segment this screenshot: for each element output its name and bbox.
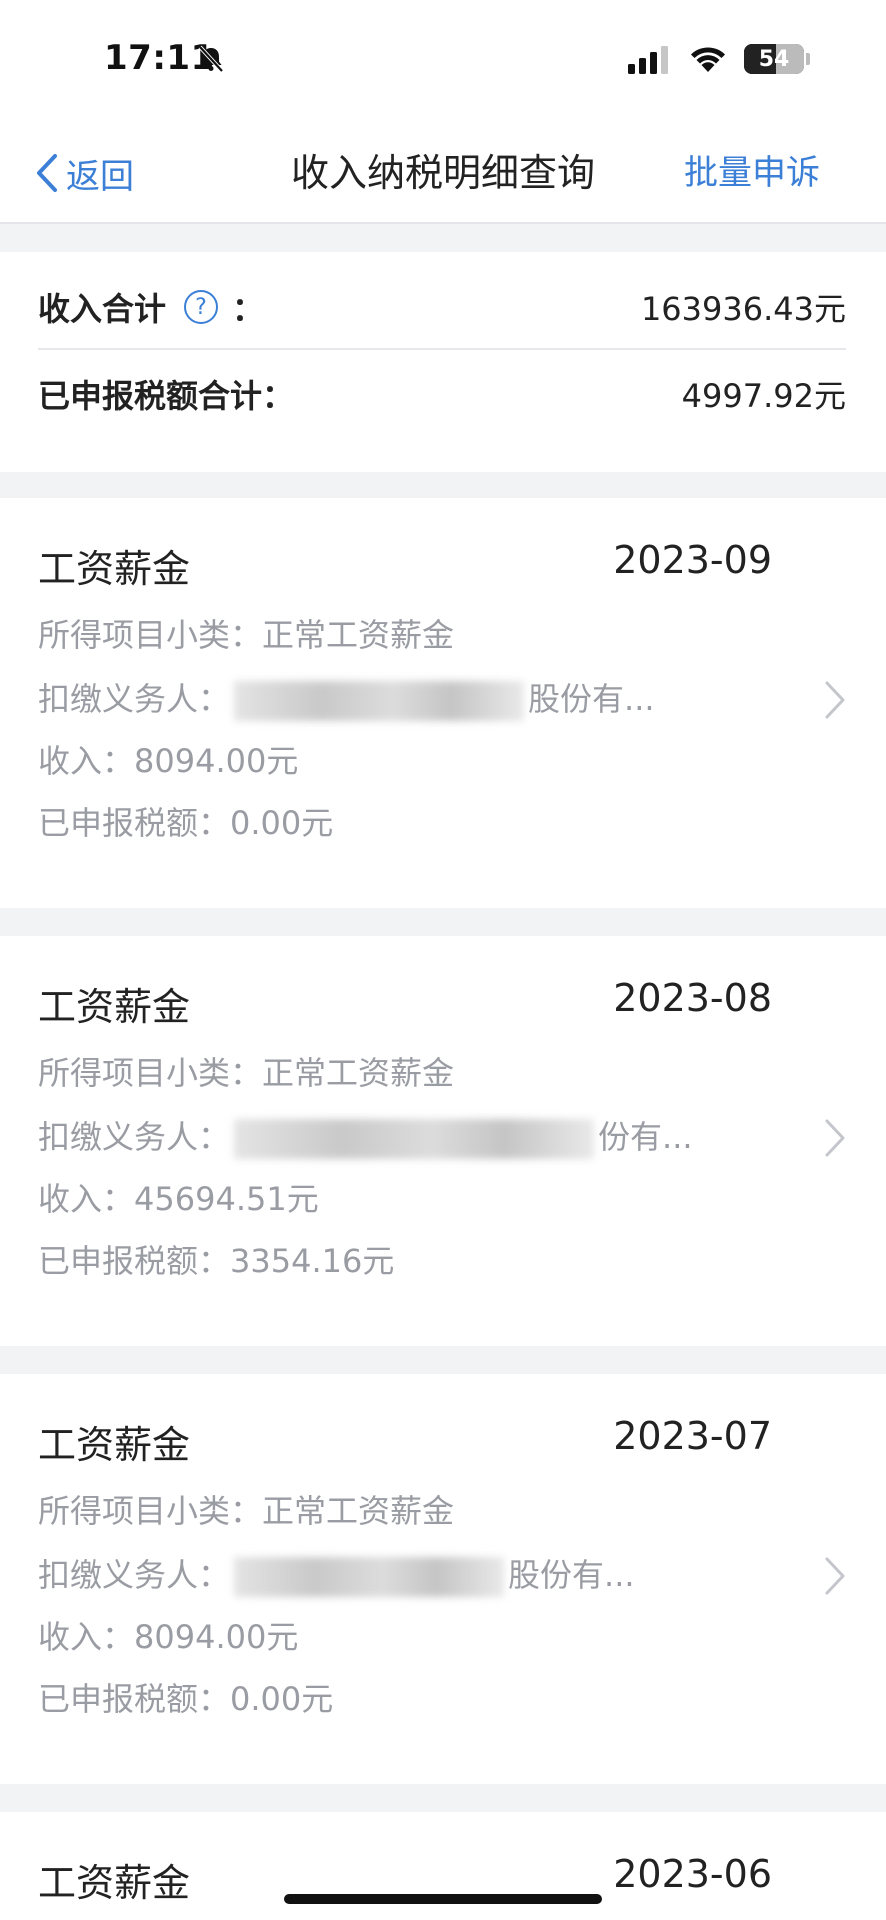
battery-icon: 54 [744, 44, 804, 74]
record-income: 收入：8094.00元 [38, 1618, 299, 1656]
chevron-right-icon [825, 1119, 845, 1157]
record-withholder: 扣缴义务人： 份有... [38, 1112, 693, 1159]
record-type: 工资薪金 [38, 1423, 191, 1467]
redacted-blur [234, 1119, 595, 1159]
record-date: 2023-06 [613, 1852, 772, 1896]
record-type: 工资薪金 [38, 547, 191, 591]
record-card[interactable]: 工资薪金 2023-07 所得项目小类：正常工资薪金 扣缴义务人： 股份有... … [0, 1374, 886, 1784]
record-type: 工资薪金 [38, 985, 191, 1029]
record-date: 2023-07 [613, 1414, 772, 1458]
record-income: 收入：8094.00元 [38, 742, 299, 780]
income-total-label: 收入合计 [38, 290, 167, 328]
nav-bar: 返回 收入纳税明细查询 批量申诉 [0, 120, 886, 224]
batch-appeal-button[interactable]: 批量申诉 [684, 148, 820, 198]
record-tax: 已申报税额：3354.16元 [38, 1242, 395, 1280]
tax-total-value: 4997.92元 [681, 377, 846, 415]
tax-total-label: 已申报税额合计： [38, 377, 295, 415]
bell-muted-icon [198, 45, 224, 73]
redacted-blur [234, 1557, 505, 1597]
tax-total-row: 已申报税额合计： 4997.92元 [38, 352, 846, 436]
battery-percent: 54 [758, 46, 790, 72]
wifi-icon [691, 47, 725, 72]
chevron-right-icon [825, 681, 845, 719]
income-total-value: 163936.43元 [640, 290, 846, 328]
status-bar: 17:11 54 [0, 0, 886, 120]
record-subcategory: 所得项目小类：正常工资薪金 [38, 1492, 455, 1530]
record-withholder: 扣缴义务人： 股份有... [38, 674, 655, 721]
record-type: 工资薪金 [38, 1861, 191, 1905]
income-total-row: 收入合计 ? ： 163936.43元 [38, 266, 846, 350]
record-tax: 已申报税额：0.00元 [38, 1680, 334, 1718]
summary-panel: 收入合计 ? ： 163936.43元 已申报税额合计： 4997.92元 [0, 252, 886, 472]
record-tax: 已申报税额：0.00元 [38, 804, 334, 842]
record-card[interactable]: 工资薪金 2023-08 所得项目小类：正常工资薪金 扣缴义务人： 份有... 收… [0, 936, 886, 1346]
record-card[interactable]: 工资薪金 2023-09 所得项目小类：正常工资薪金 扣缴义务人： 股份有... … [0, 498, 886, 908]
record-subcategory: 所得项目小类：正常工资薪金 [38, 1054, 455, 1092]
battery-nub [806, 53, 810, 65]
record-withholder: 扣缴义务人： 股份有... [38, 1550, 635, 1597]
redacted-blur [234, 681, 525, 721]
record-subcategory: 所得项目小类：正常工资薪金 [38, 616, 455, 654]
record-date: 2023-09 [613, 538, 772, 582]
income-total-colon: ： [232, 290, 265, 328]
record-date: 2023-08 [613, 976, 772, 1020]
cellular-signal-icon [628, 46, 668, 74]
record-income: 收入：45694.51元 [38, 1180, 319, 1218]
question-icon[interactable]: ? [184, 290, 219, 324]
home-indicator[interactable] [284, 1894, 602, 1904]
chevron-right-icon [825, 1557, 845, 1595]
